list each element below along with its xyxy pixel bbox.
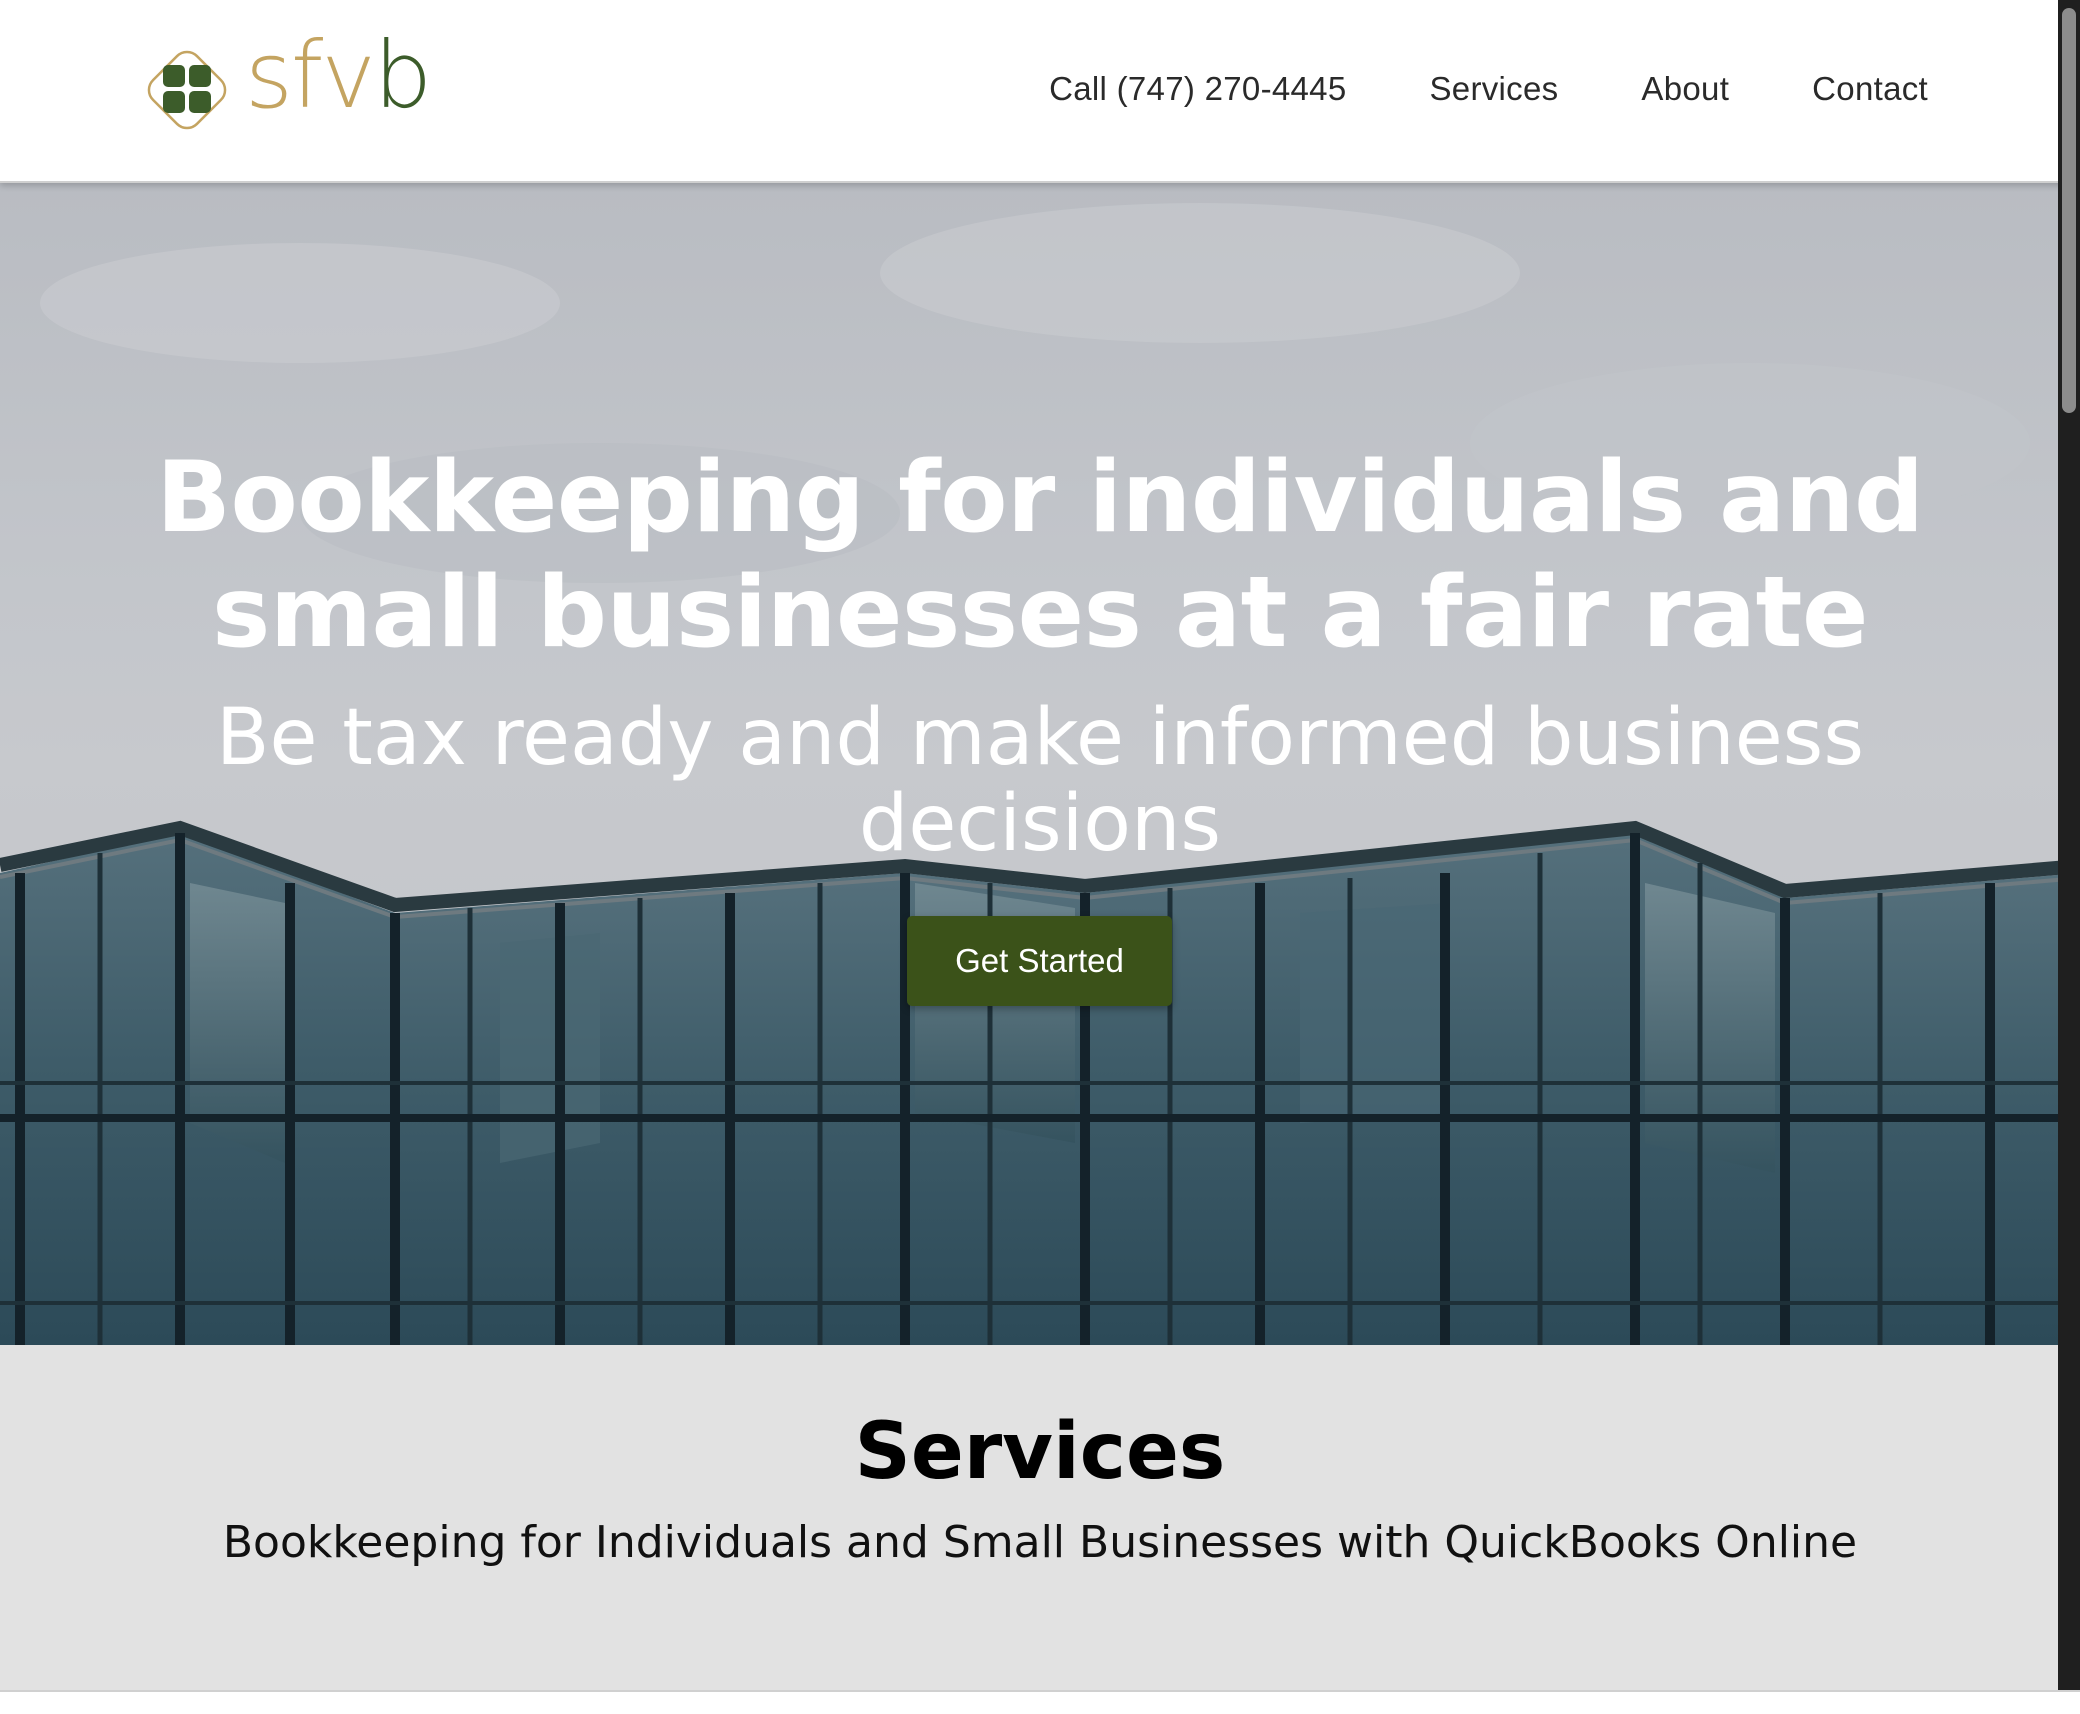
nav-call-link[interactable]: Call (747) 270-4445 [1049,64,1346,114]
hero-subheading: Be tax ready and make informed business d… [120,695,1960,867]
site-header: sfvb Call (747) 270-4445 Services About … [0,0,2080,183]
hero-heading-line1: Bookkeeping for individuals and [156,441,1924,555]
scrollbar-thumb[interactable] [2062,8,2076,413]
hero-subheading-line1: Be tax ready and make informed business [216,693,1864,783]
hero-section: Bookkeeping for individuals and small bus… [0,183,2080,1345]
logo[interactable]: sfvb [137,30,432,140]
logo-mark-icon [147,50,227,130]
hero-subheading-line2: decisions [858,779,1222,869]
page-bottom-edge [0,1690,2080,1714]
services-title: Services [854,1407,1226,1497]
nav-contact-link[interactable]: Contact [1812,64,1928,114]
main-nav: Call (747) 270-4445 Services About Conta… [1049,64,1928,114]
nav-about-link[interactable]: About [1641,64,1729,114]
hero-heading: Bookkeeping for individuals and small bus… [100,441,1980,671]
get-started-button[interactable]: Get Started [907,916,1172,1006]
logo-wordmark: sfvb [245,22,432,129]
services-description: Bookkeeping for Individuals and Small Bu… [222,1517,1858,1568]
services-section: Services Bookkeeping for Individuals and… [0,1345,2080,1690]
page-scrollbar[interactable] [2058,0,2080,1690]
hero-heading-line2: small businesses at a fair rate [212,556,1868,670]
nav-services-link[interactable]: Services [1429,64,1558,114]
